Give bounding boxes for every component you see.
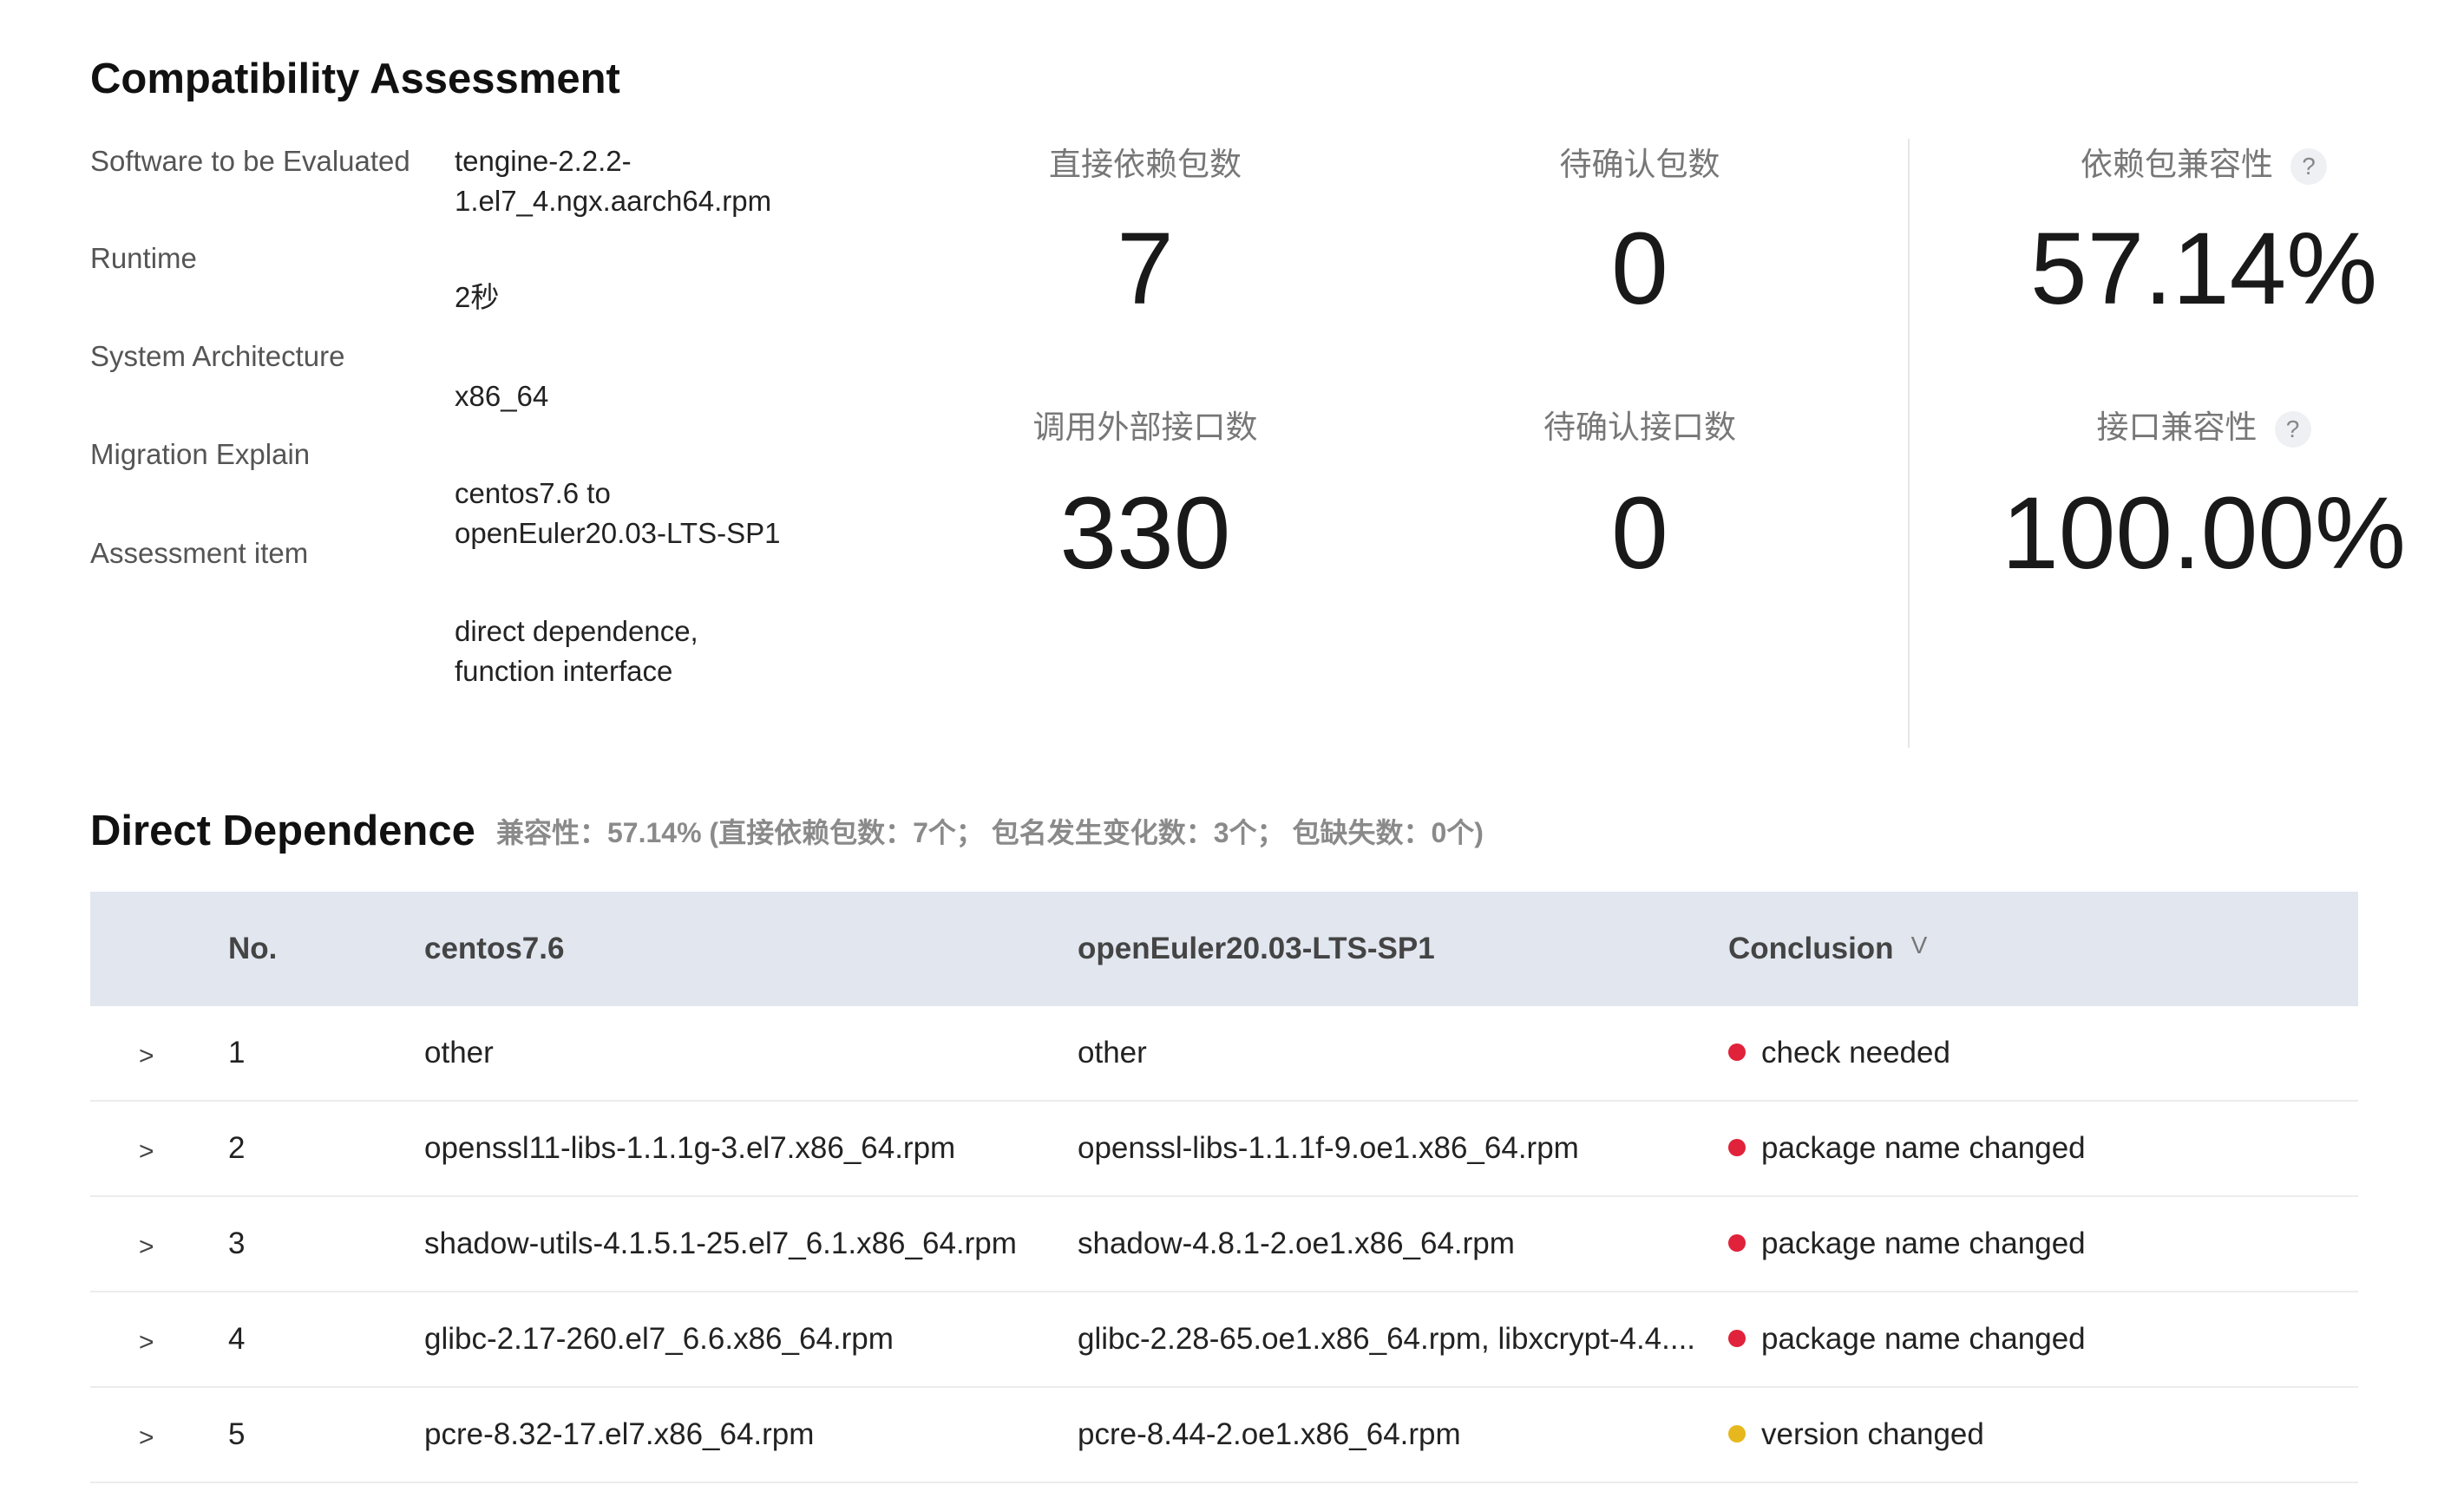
cell-source-package: other [424,1036,494,1070]
column-header-target: openEuler20.03-LTS-SP1 [1078,932,1435,965]
value-software: tengine-2.2.2-1.el7_4.ngx.aarch64.rpm [455,145,772,217]
table-body: >1 other other check needed >2 openssl11-libs… [90,1006,2358,1483]
label-assessment-item: Assessment item [90,537,309,569]
dep-compat-value: 57.14% [2030,212,2378,326]
status-dot-icon [1728,1043,1746,1061]
expand-arrow-icon[interactable]: > [139,1296,154,1390]
cell-no: 5 [228,1417,246,1451]
cell-source-package: shadow-utils-4.1.5.1-25.el7_6.1.x86_64.r… [424,1227,1017,1260]
cell-source-package: glibc-2.17-260.el7_6.6.x86_64.rpm [424,1322,894,1356]
cell-target-package: pcre-8.44-2.oe1.x86_64.rpm [1078,1417,1461,1451]
direct-dependence-summary: 兼容性：57.14% (直接依赖包数：7个； 包名发生变化数：3个； 包缺失数：… [496,817,1484,848]
assessment-title: Compatibility Assessment [90,56,620,102]
cell-conclusion: check needed [1728,1006,1950,1100]
direct-dep-label: 直接依赖包数 [1049,147,1242,182]
status-dot-icon [1728,1424,1746,1442]
pending-pkg-label: 待确认包数 [1559,147,1720,182]
status-dot-icon [1728,1138,1746,1156]
ext-api-value: 330 [1059,476,1231,591]
dep-compat-label: 依赖包兼容性? [2030,143,2377,186]
pending-api-label: 待确认接口数 [1543,409,1736,445]
table-row[interactable]: >1 other other check needed [90,1006,2358,1102]
ext-api-label: 调用外部接口数 [1032,409,1258,445]
label-software: Software to be Evaluated [90,145,410,177]
cell-target-package: shadow-4.8.1-2.oe1.x86_64.rpm [1078,1227,1515,1260]
pending-api-value: 0 [1611,476,1668,591]
expand-arrow-icon[interactable]: > [139,1200,154,1294]
cell-conclusion: package name changed [1728,1102,2086,1195]
cell-target-package: glibc-2.28-65.oe1.x86_64.rpm, libxcrypt-… [1078,1322,1696,1356]
dependence-table: No. centos7.6 openEuler20.03-LTS-SP1 Con… [90,892,2358,1483]
value-migration: centos7.6 to openEuler20.03-LTS-SP1 [455,477,781,549]
cell-source-package: openssl11-libs-1.1.1g-3.el7.x86_64.rpm [424,1131,956,1165]
help-icon[interactable]: ? [2274,411,2311,448]
table-row[interactable]: >4 glibc-2.17-260.el7_6.6.x86_64.rpm glibc… [90,1292,2358,1388]
conclusion-text: package name changed [1761,1227,2086,1260]
cell-no: 1 [228,1036,246,1070]
table-row[interactable]: >5 pcre-8.32-17.el7.x86_64.rpm pcre-8.44-2… [90,1388,2358,1483]
cell-no: 4 [228,1322,246,1356]
direct-dependence-title: Direct Dependence [90,808,475,854]
table-row[interactable]: >2 openssl11-libs-1.1.1g-3.el7.x86_64.rpm… [90,1102,2358,1197]
value-runtime: 2秒 [455,281,500,313]
help-icon[interactable]: ? [2290,148,2327,186]
compatibility-report: Compatibility Assessment Software to be … [0,0,2464,1483]
api-compat-label: 接口兼容性? [2030,406,2377,449]
cell-target-package: openssl-libs-1.1.1f-9.oe1.x86_64.rpm [1078,1131,1579,1165]
expand-arrow-icon[interactable]: > [139,1105,154,1199]
conclusion-text: check needed [1761,1036,1950,1070]
label-runtime: Runtime [90,242,197,274]
cell-target-package: other [1078,1036,1147,1070]
expand-arrow-icon[interactable]: > [139,1391,154,1485]
column-header-source: centos7.6 [424,932,565,965]
filter-chevron-icon[interactable]: V [1911,932,1928,958]
value-architecture: x86_64 [455,380,549,412]
conclusion-text: package name changed [1761,1322,2086,1356]
conclusion-text: version changed [1761,1417,1984,1451]
expand-arrow-icon[interactable]: > [139,1010,154,1103]
cell-source-package: pcre-8.32-17.el7.x86_64.rpm [424,1417,815,1451]
cell-no: 2 [228,1131,246,1165]
status-dot-icon [1728,1329,1746,1347]
api-compat-value: 100.00% [2002,476,2406,591]
cell-conclusion: package name changed [1728,1197,2086,1291]
column-header-no: No. [228,932,278,965]
cell-no: 3 [228,1227,246,1260]
pending-pkg-value: 0 [1611,212,1668,326]
stats-divider [1908,139,1910,748]
status-dot-icon [1728,1233,1746,1252]
dep-compat-label-text: 依赖包兼容性 [2081,147,2273,182]
table-row[interactable]: >3 shadow-utils-4.1.5.1-25.el7_6.1.x86_64… [90,1197,2358,1292]
conclusion-text: package name changed [1761,1131,2086,1165]
table-header: No. centos7.6 openEuler20.03-LTS-SP1 Con… [90,892,2358,1006]
column-header-conclusion[interactable]: Conclusion V [1728,892,1927,1008]
conclusion-header-label: Conclusion [1728,932,1894,965]
api-compat-label-text: 接口兼容性 [2096,409,2258,445]
label-architecture: System Architecture [90,340,345,372]
label-migration: Migration Explain [90,438,311,470]
cell-conclusion: package name changed [1728,1292,2086,1386]
value-assessment-item: direct dependence, function interface [455,615,698,687]
cell-conclusion: version changed [1728,1388,1984,1482]
direct-dep-value: 7 [1117,212,1174,326]
